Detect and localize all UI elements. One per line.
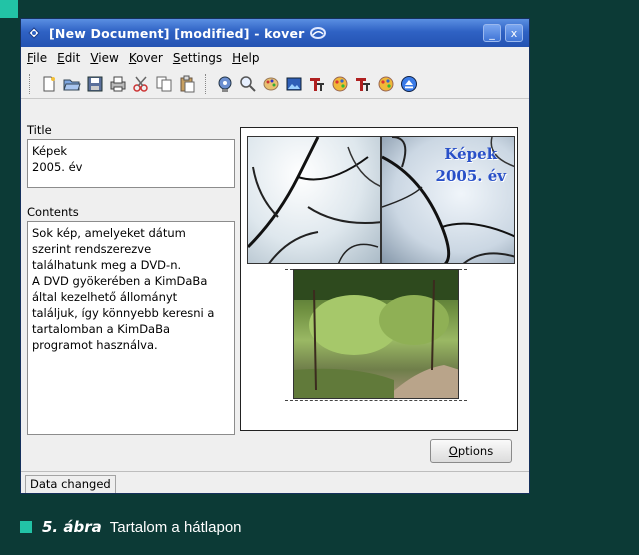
kover-logo-icon	[309, 27, 326, 39]
front-color-button[interactable]	[329, 73, 350, 94]
print-icon	[110, 76, 125, 91]
menu-help[interactable]: Help	[232, 51, 259, 65]
contents-field[interactable]: Sok kép, amelyeket dátum szerint rendsze…	[27, 221, 235, 435]
minimize-button[interactable]: _	[483, 24, 501, 42]
contents-line: szerint rendszerezve	[32, 242, 152, 256]
title-line: Képek	[32, 144, 68, 158]
save-button[interactable]	[84, 73, 105, 94]
front-cover-title-line2: 2005. év	[435, 167, 506, 185]
preview-button[interactable]	[237, 73, 258, 94]
contents-line: találjuk, így könnyebb keresni a	[32, 306, 215, 320]
font-icon	[309, 77, 324, 91]
cddb-button[interactable]	[214, 73, 235, 94]
eject-icon	[400, 75, 417, 92]
contents-line: Sok kép, amelyeket dátum	[32, 226, 186, 240]
toolbar-grip-2[interactable]	[205, 73, 208, 94]
paste-icon	[180, 75, 194, 92]
open-button[interactable]	[61, 73, 82, 94]
new-icon	[43, 76, 55, 91]
back-color-button[interactable]	[375, 73, 396, 94]
color-palette-icon	[332, 76, 347, 91]
corner-accent	[0, 0, 18, 18]
kover-window: [New Document] [modified] - kover _ x Fi…	[20, 18, 530, 494]
caption-marker	[20, 521, 32, 533]
front-cover-title-line1: Képek	[444, 145, 498, 163]
front-cover-left-image	[247, 136, 381, 264]
contents-line: tartalomban a KimDaBa	[32, 322, 171, 336]
back-title-font-button[interactable]	[352, 73, 373, 94]
cut-icon	[132, 76, 148, 92]
title-field[interactable]: Képek 2005. év	[27, 139, 235, 188]
minimize-icon: _	[489, 26, 495, 40]
contents-line: programot használva.	[32, 338, 158, 352]
menu-file[interactable]: File	[27, 51, 47, 65]
contents-line: találhatunk meg a DVD-n.	[32, 258, 182, 272]
cut-line	[285, 400, 467, 401]
caption-number: 5. ábra	[42, 518, 102, 536]
copy-icon	[156, 76, 171, 91]
paste-button[interactable]	[176, 73, 197, 94]
cover-preview[interactable]: Képek 2005. év	[240, 127, 518, 431]
options-button-label: Options	[448, 444, 494, 458]
close-icon: x	[510, 26, 518, 40]
palette-icon	[263, 77, 278, 90]
front-cover-title: Képek 2005. év	[436, 143, 506, 187]
left-pane: Title Képek 2005. év Contents Sok kép, a…	[27, 123, 235, 435]
figure-caption: 5. ábra Tartalom a hátlapon	[20, 518, 242, 536]
menu-edit[interactable]: Edit	[57, 51, 80, 65]
status-bar: Data changed	[21, 471, 529, 493]
copy-button[interactable]	[153, 73, 174, 94]
menu-settings[interactable]: Settings	[173, 51, 222, 65]
title-label: Title	[27, 123, 52, 137]
save-icon	[87, 76, 102, 91]
menu-bar: File Edit View Kover Settings Help	[21, 47, 529, 69]
print-button[interactable]	[107, 73, 128, 94]
contents-label: Contents	[27, 205, 79, 219]
eject-button[interactable]	[398, 73, 419, 94]
background-button[interactable]	[283, 73, 304, 94]
title-line: 2005. év	[32, 160, 83, 174]
caption-text: Tartalom a hátlapon	[109, 518, 242, 536]
forest-path-image	[294, 270, 458, 398]
close-button[interactable]: x	[505, 24, 523, 42]
cddb-icon	[218, 76, 231, 92]
toolbar	[21, 69, 529, 99]
menu-kover[interactable]: Kover	[129, 51, 163, 65]
contents-line: A DVD gyökerében a KimDaBa	[32, 274, 208, 288]
options-button[interactable]: Options	[430, 439, 512, 463]
back-cover-image	[293, 269, 459, 399]
contents-line: által kezelhető állományt	[32, 290, 178, 304]
color-palette-icon-2	[378, 76, 393, 91]
tree-branches-image	[248, 137, 380, 263]
app-icon	[28, 27, 40, 39]
cut-button[interactable]	[130, 73, 151, 94]
new-button[interactable]	[38, 73, 59, 94]
front-title-font-button[interactable]	[306, 73, 327, 94]
status-text: Data changed	[25, 475, 116, 493]
image-icon	[286, 77, 301, 90]
front-cover-right-image: Képek 2005. év	[381, 136, 515, 264]
font-icon-2	[355, 77, 370, 91]
toolbar-grip[interactable]	[29, 73, 32, 94]
open-icon	[62, 79, 81, 90]
search-icon	[239, 75, 256, 92]
title-bar[interactable]: [New Document] [modified] - kover _ x	[21, 19, 529, 47]
window-title: [New Document] [modified] - kover	[49, 25, 305, 41]
menu-view[interactable]: View	[90, 51, 118, 65]
image-button[interactable]	[260, 73, 281, 94]
